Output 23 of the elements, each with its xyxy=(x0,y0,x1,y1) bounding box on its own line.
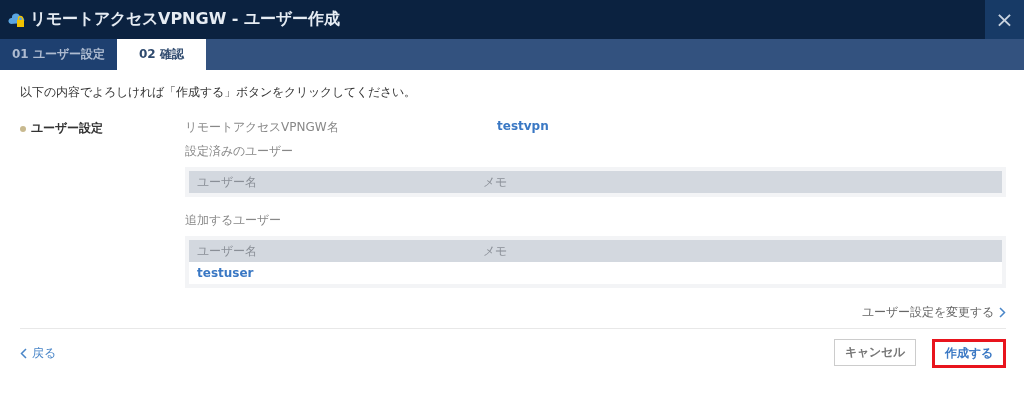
chevron-left-icon xyxy=(20,348,27,359)
column-header: ユーザー名 xyxy=(196,173,258,191)
bullet-icon xyxy=(20,126,26,132)
change-settings-link[interactable]: ユーザー設定を変更する xyxy=(862,304,1006,321)
field-label: リモートアクセスVPNGW名 xyxy=(185,119,340,136)
field-value: testvpn xyxy=(497,119,549,135)
tab[interactable]: 01 ユーザー設定 xyxy=(0,39,117,70)
create-button[interactable]: 作成する xyxy=(932,339,1006,368)
table-title: 追加するユーザー xyxy=(185,212,282,229)
close-button[interactable]: × xyxy=(985,0,1024,39)
tab[interactable]: 02 確認 xyxy=(116,39,206,70)
table-title: 設定済みのユーザー xyxy=(185,143,294,160)
back-link[interactable]: 戻る xyxy=(20,345,56,362)
table-cell-text: testuser xyxy=(196,266,255,280)
cloud-lock-icon xyxy=(8,11,26,28)
column-header: ユーザー名 xyxy=(196,242,258,260)
section-title: ユーザー設定 xyxy=(31,120,103,137)
chevron-right-icon xyxy=(999,307,1006,318)
window-title: リモートアクセスVPNGW - ユーザー作成 xyxy=(30,9,341,30)
column-header: メモ xyxy=(482,173,508,191)
instruction-text: 以下の内容でよろしければ「作成する」ボタンをクリックしてください。 xyxy=(20,84,417,101)
cancel-button[interactable]: キャンセル xyxy=(834,339,916,366)
column-header: メモ xyxy=(482,242,508,260)
